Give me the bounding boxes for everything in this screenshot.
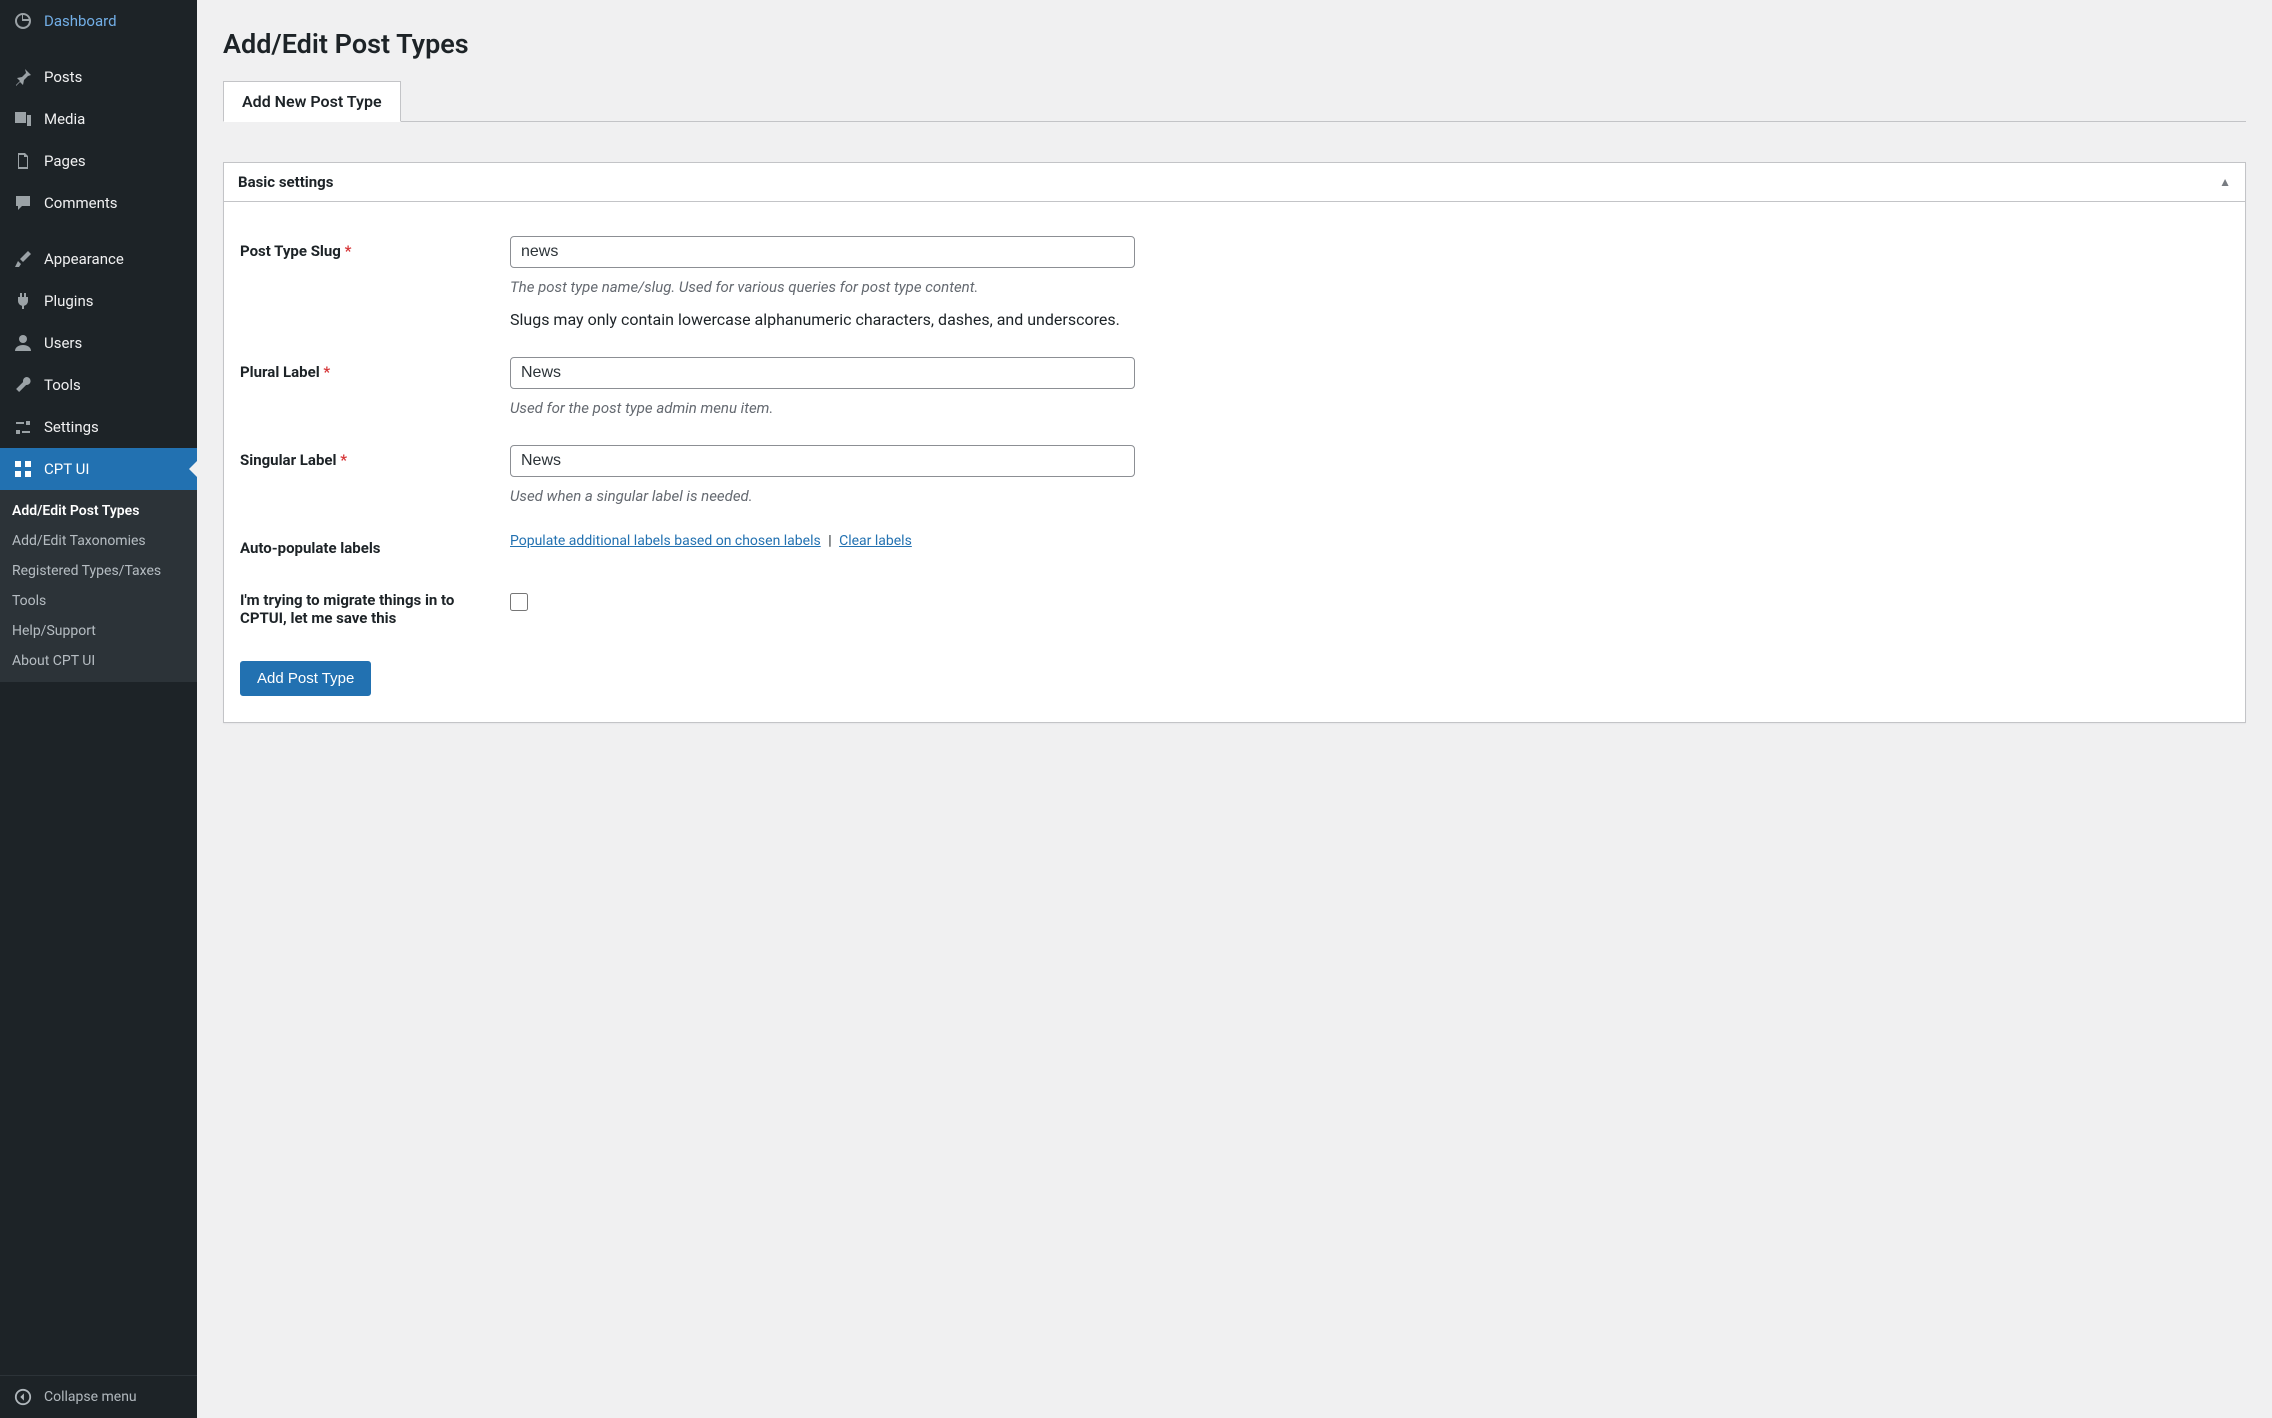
label-text: Plural Label	[240, 363, 320, 381]
submenu-item-help-support[interactable]: Help/Support	[0, 616, 197, 646]
required-asterisk: *	[340, 451, 347, 469]
main-content: Add/Edit Post Types Add New Post Type Ba…	[197, 0, 2272, 1418]
submenu-item-registered-types[interactable]: Registered Types/Taxes	[0, 556, 197, 586]
sidebar-item-plugins[interactable]: Plugins	[0, 280, 197, 322]
submenu-item-add-edit-post-types[interactable]: Add/Edit Post Types	[0, 496, 197, 526]
user-icon	[12, 332, 34, 354]
sidebar-label: Plugins	[44, 292, 185, 310]
submenu-item-add-edit-taxonomies[interactable]: Add/Edit Taxonomies	[0, 526, 197, 556]
field-label: Auto-populate labels	[240, 533, 510, 557]
row-auto-populate: Auto-populate labels Populate additional…	[240, 519, 2229, 571]
field-label: Plural Label *	[240, 357, 510, 381]
sliders-icon	[12, 416, 34, 438]
sidebar-item-cpt-ui[interactable]: CPT UI	[0, 448, 197, 490]
sidebar-label: Media	[44, 110, 185, 128]
sidebar-label: Users	[44, 334, 185, 352]
sidebar-item-pages[interactable]: Pages	[0, 140, 197, 182]
field-label: I'm trying to migrate things in to CPTUI…	[240, 585, 510, 627]
sidebar-separator	[0, 42, 197, 56]
row-post-type-slug: Post Type Slug * The post type name/slug…	[240, 222, 2229, 343]
add-post-type-button[interactable]: Add Post Type	[240, 661, 371, 696]
collapse-label: Collapse menu	[44, 1389, 137, 1405]
basic-settings-panel: Basic settings ▲ Post Type Slug * The po…	[223, 162, 2246, 723]
collapse-icon	[12, 1386, 34, 1408]
dashboard-icon	[12, 10, 34, 32]
sidebar-item-media[interactable]: Media	[0, 98, 197, 140]
tab-bar: Add New Post Type	[223, 80, 2246, 122]
submenu-item-about-cpt-ui[interactable]: About CPT UI	[0, 646, 197, 676]
sidebar-item-comments[interactable]: Comments	[0, 182, 197, 224]
field-description: Used when a singular label is needed.	[510, 487, 2229, 505]
sidebar-label: Comments	[44, 194, 185, 212]
comment-icon	[12, 192, 34, 214]
label-text: Post Type Slug	[240, 242, 341, 260]
sidebar-label: Settings	[44, 418, 185, 436]
chevron-up-icon: ▲	[2219, 175, 2231, 189]
admin-sidebar: Dashboard Posts Media Pages Comments App…	[0, 0, 197, 1418]
cpt-ui-submenu: Add/Edit Post Types Add/Edit Taxonomies …	[0, 490, 197, 682]
migrate-checkbox[interactable]	[510, 593, 528, 611]
sidebar-label: Tools	[44, 376, 185, 394]
submenu-item-tools[interactable]: Tools	[0, 586, 197, 616]
tab-add-new-post-type[interactable]: Add New Post Type	[223, 81, 401, 122]
row-singular-label: Singular Label * Used when a singular la…	[240, 431, 2229, 519]
media-icon	[12, 108, 34, 130]
sidebar-item-settings[interactable]: Settings	[0, 406, 197, 448]
panel-body: Post Type Slug * The post type name/slug…	[224, 202, 2245, 722]
row-plural-label: Plural Label * Used for the post type ad…	[240, 343, 2229, 431]
sidebar-item-posts[interactable]: Posts	[0, 56, 197, 98]
singular-label-input[interactable]	[510, 445, 1135, 477]
sidebar-label: CPT UI	[44, 460, 185, 478]
sidebar-item-tools[interactable]: Tools	[0, 364, 197, 406]
sidebar-item-dashboard[interactable]: Dashboard	[0, 0, 197, 42]
page-icon	[12, 150, 34, 172]
pin-icon	[12, 66, 34, 88]
cpt-ui-icon	[12, 458, 34, 480]
sidebar-label: Appearance	[44, 250, 185, 268]
sidebar-label: Pages	[44, 152, 185, 170]
plug-icon	[12, 290, 34, 312]
populate-labels-link[interactable]: Populate additional labels based on chos…	[510, 533, 821, 549]
wrench-icon	[12, 374, 34, 396]
field-description: The post type name/slug. Used for variou…	[510, 278, 2229, 296]
clear-labels-link[interactable]: Clear labels	[839, 533, 912, 549]
collapse-menu-button[interactable]: Collapse menu	[0, 1375, 197, 1418]
field-label: Singular Label *	[240, 445, 510, 469]
sidebar-label: Dashboard	[44, 12, 185, 30]
required-asterisk: *	[323, 363, 330, 381]
field-note: Slugs may only contain lowercase alphanu…	[510, 310, 2229, 329]
post-type-slug-input[interactable]	[510, 236, 1135, 268]
pipe-separator: |	[828, 533, 831, 549]
row-migrate: I'm trying to migrate things in to CPTUI…	[240, 571, 2229, 641]
label-text: Singular Label	[240, 451, 336, 469]
plural-label-input[interactable]	[510, 357, 1135, 389]
required-asterisk: *	[345, 242, 352, 260]
sidebar-separator	[0, 224, 197, 238]
sidebar-label: Posts	[44, 68, 185, 86]
sidebar-item-appearance[interactable]: Appearance	[0, 238, 197, 280]
sidebar-item-users[interactable]: Users	[0, 322, 197, 364]
panel-header[interactable]: Basic settings ▲	[224, 163, 2245, 202]
panel-title: Basic settings	[238, 173, 333, 191]
page-title: Add/Edit Post Types	[223, 28, 2246, 60]
field-description: Used for the post type admin menu item.	[510, 399, 2229, 417]
brush-icon	[12, 248, 34, 270]
field-label: Post Type Slug *	[240, 236, 510, 260]
